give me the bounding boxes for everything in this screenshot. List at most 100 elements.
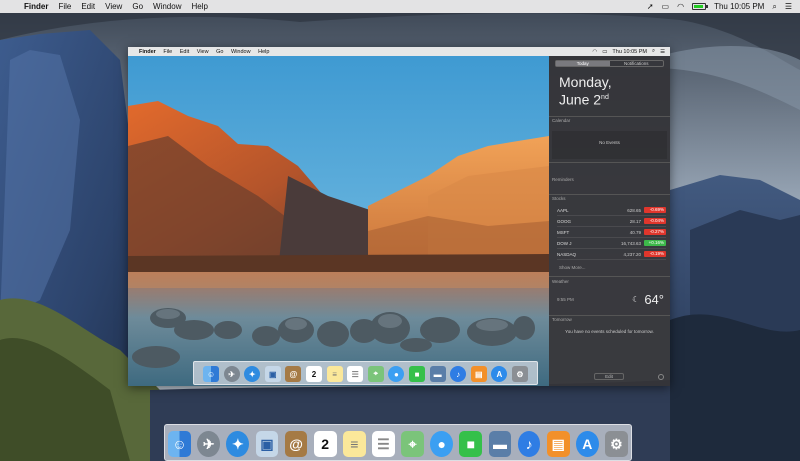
- itunes-icon[interactable]: ♪: [450, 366, 467, 382]
- system-preferences-icon[interactable]: ⚙: [605, 431, 628, 457]
- nc-date: Monday, June 2nd: [559, 75, 670, 108]
- stock-symbol: DOW J: [557, 240, 572, 246]
- menu-view[interactable]: View: [105, 2, 122, 11]
- notes-icon[interactable]: ≡: [342, 431, 366, 457]
- weather-widget[interactable]: 9:55 PM ☾ 64°: [549, 284, 670, 315]
- stock-row[interactable]: DOW J 16,743.63 +0.16%: [557, 238, 666, 250]
- messages-icon[interactable]: ●: [430, 431, 454, 457]
- inner-spotlight-icon[interactable]: ⌕: [652, 48, 655, 55]
- menu-edit[interactable]: Edit: [81, 2, 95, 11]
- tab-today[interactable]: Today: [556, 61, 610, 66]
- inner-battery-icon[interactable]: ▭: [602, 49, 607, 55]
- wifi-icon[interactable]: ◠: [677, 2, 684, 11]
- inner-wifi-icon[interactable]: ◠: [592, 49, 597, 55]
- tab-notifications[interactable]: Notifications: [610, 61, 664, 66]
- maps-icon[interactable]: ⌖: [401, 431, 424, 457]
- photo-icon[interactable]: ▣: [264, 366, 281, 382]
- ibooks-icon[interactable]: ▤: [470, 366, 487, 382]
- iphoto-icon[interactable]: ▬: [488, 431, 512, 457]
- inner-wallpaper: [128, 56, 549, 386]
- menu-window[interactable]: Window: [153, 2, 181, 11]
- menu-bar: Finder File Edit View Go Window Help ➚ ▭…: [0, 0, 800, 13]
- calendar-icon[interactable]: 2: [306, 366, 323, 382]
- stock-change-badge[interactable]: -0.27%: [644, 229, 666, 236]
- launchpad-icon[interactable]: ✈: [223, 366, 240, 382]
- itunes-icon[interactable]: ♪: [517, 431, 541, 457]
- iphoto-icon[interactable]: ▬: [429, 366, 446, 382]
- inner-menu-file[interactable]: File: [163, 49, 172, 55]
- battery-icon[interactable]: [692, 3, 709, 10]
- stock-change-badge[interactable]: -0.69%: [644, 207, 666, 214]
- menu-finder[interactable]: Finder: [24, 2, 48, 11]
- divider: [549, 115, 670, 117]
- nc-settings-icon[interactable]: [658, 374, 664, 380]
- stock-row[interactable]: MSFT 40.79 -0.27%: [557, 227, 666, 239]
- facetime-icon[interactable]: ■: [408, 366, 425, 382]
- safari-icon[interactable]: ✦: [244, 366, 261, 382]
- app-store-icon[interactable]: A: [491, 366, 508, 382]
- stocks-section-title: Stocks: [552, 196, 566, 202]
- menubar-clock[interactable]: Thu 10:05 PM: [714, 2, 764, 11]
- stock-price: 16,743.63: [620, 240, 641, 246]
- divider: [549, 193, 670, 195]
- stock-change-badge[interactable]: -0.04%: [644, 218, 666, 225]
- inner-menu-view[interactable]: View: [197, 49, 209, 55]
- stock-price: 4,237.20: [623, 251, 641, 257]
- inner-menu-help[interactable]: Help: [258, 49, 269, 55]
- menu-items: Finder File Edit View Go Window Help: [24, 2, 218, 11]
- location-icon[interactable]: ➚: [647, 2, 654, 11]
- nc-date-weekday: Monday,: [559, 74, 612, 90]
- notification-center-icon[interactable]: ☰: [785, 2, 792, 11]
- calendar-icon[interactable]: 2: [313, 431, 337, 457]
- stock-row[interactable]: GOOG 28.17 -0.04%: [557, 216, 666, 228]
- finder-icon[interactable]: ☺: [168, 431, 191, 457]
- stock-price: 28.17: [629, 218, 641, 224]
- stock-symbol: NASDAQ: [557, 251, 577, 257]
- inner-menu-bar: Finder File Edit View Go Window Help ◠ ▭…: [128, 47, 670, 56]
- airplay-icon[interactable]: ▭: [662, 2, 670, 11]
- stocks-list: AAPL 628.65 -0.69% GOOG 28.17 -0.04% MSF…: [549, 205, 670, 261]
- nc-date-monthday: June 2nd: [559, 91, 609, 108]
- stocks-show-more-link[interactable]: Show More...: [559, 265, 670, 270]
- menu-go[interactable]: Go: [132, 2, 143, 11]
- calendar-no-events: No Events: [552, 131, 667, 160]
- inner-dock: ☺ ✈ ✦ ▣ @ 2 ≡ ☰ ⌖ ● ■ ▬ ♪ ▤ A ⚙: [193, 361, 538, 385]
- notification-center: Today Notifications Monday, June 2nd Cal…: [549, 56, 670, 386]
- messages-icon[interactable]: ●: [388, 366, 405, 382]
- spotlight-icon[interactable]: ⌕: [772, 2, 776, 12]
- stock-row[interactable]: NASDAQ 4,237.20 -0.19%: [557, 249, 666, 261]
- reminders-icon[interactable]: ☰: [347, 366, 364, 382]
- reminders-icon[interactable]: ☰: [372, 431, 395, 457]
- app-store-icon[interactable]: A: [575, 431, 599, 457]
- inner-menu-finder[interactable]: Finder: [139, 49, 156, 55]
- facetime-icon[interactable]: ■: [459, 431, 483, 457]
- safari-icon[interactable]: ✦: [226, 431, 250, 457]
- system-preferences-icon[interactable]: ⚙: [511, 366, 528, 382]
- divider: [549, 162, 670, 163]
- finder-icon[interactable]: ☺: [203, 366, 220, 382]
- stock-change-badge[interactable]: -0.19%: [644, 251, 666, 258]
- menu-file[interactable]: File: [58, 2, 71, 11]
- inner-menubar-clock[interactable]: Thu 10:05 PM: [612, 49, 647, 55]
- stock-change-badge[interactable]: +0.16%: [644, 240, 666, 247]
- launchpad-icon[interactable]: ✈: [197, 431, 221, 457]
- inner-notification-center-icon[interactable]: ☰: [660, 49, 665, 55]
- notes-icon[interactable]: ≡: [326, 366, 343, 382]
- inner-menu-items: Finder File Edit View Go Window Help: [139, 49, 275, 55]
- photo-icon[interactable]: ▣: [255, 431, 279, 457]
- inner-menu-go[interactable]: Go: [216, 49, 223, 55]
- stock-price: 628.65: [627, 207, 641, 213]
- nc-edit-button[interactable]: Edit: [594, 373, 624, 380]
- menu-help[interactable]: Help: [191, 2, 207, 11]
- contacts-icon[interactable]: @: [284, 431, 308, 457]
- stock-row[interactable]: AAPL 628.65 -0.69%: [557, 205, 666, 217]
- stock-price: 40.79: [629, 229, 641, 235]
- ibooks-icon[interactable]: ▤: [546, 431, 570, 457]
- stock-symbol: MSFT: [557, 229, 570, 235]
- contacts-icon[interactable]: @: [285, 366, 302, 382]
- maps-icon[interactable]: ⌖: [367, 366, 384, 382]
- inner-menu-edit[interactable]: Edit: [180, 49, 189, 55]
- stock-symbol: GOOG: [557, 218, 572, 224]
- nc-segmented-control: Today Notifications: [555, 60, 664, 67]
- inner-menu-window[interactable]: Window: [231, 49, 251, 55]
